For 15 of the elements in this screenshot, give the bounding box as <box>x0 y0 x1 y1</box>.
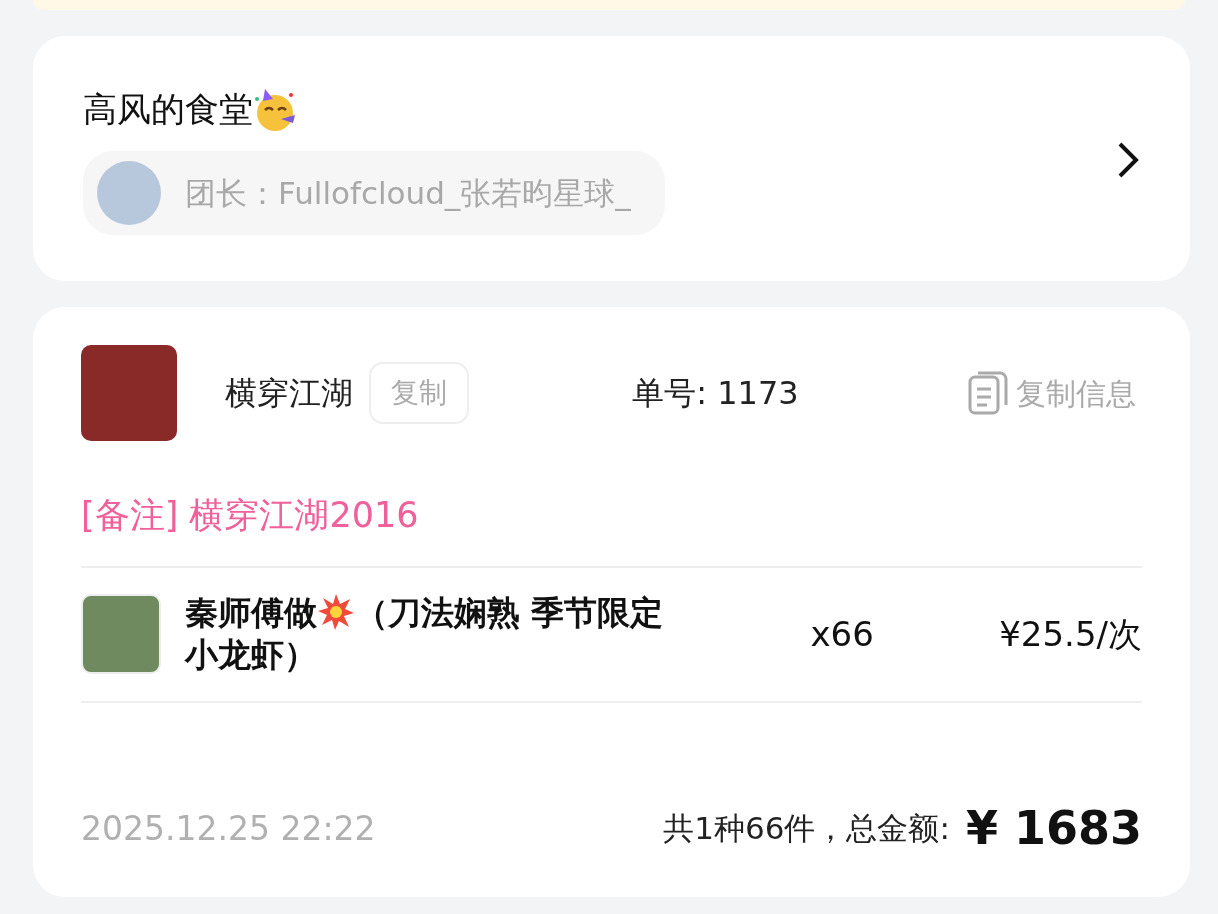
group-title: 高风的食堂 <box>83 88 253 131</box>
leader-name: 团长：Fullofcloud_张若昀星球_ <box>185 173 631 213</box>
item-name: 秦师傅做 （刀法娴熟 季节限定小龙虾） <box>185 591 665 677</box>
item-quantity: x66 <box>810 612 874 656</box>
order-time: 2025.12.25 22:22 <box>81 807 376 850</box>
copy-icon <box>968 371 1008 415</box>
copy-button[interactable]: 复制 <box>369 362 469 424</box>
order-summary: 共1种66件，总金额: <box>663 809 950 849</box>
group-card[interactable]: 高风的食堂 团长：Fullofcloud_张若昀星球_ <box>33 36 1190 281</box>
order-number: 单号: 1173 <box>632 373 799 414</box>
item-price: ¥25.5/次 <box>999 612 1142 656</box>
remark-text: [备注] 横穿江湖2016 <box>81 494 420 537</box>
copy-info-button[interactable]: 复制信息 <box>962 369 1142 417</box>
user-name: 横穿江湖 <box>225 373 353 414</box>
total-amount: ¥ 1683 <box>965 800 1142 857</box>
